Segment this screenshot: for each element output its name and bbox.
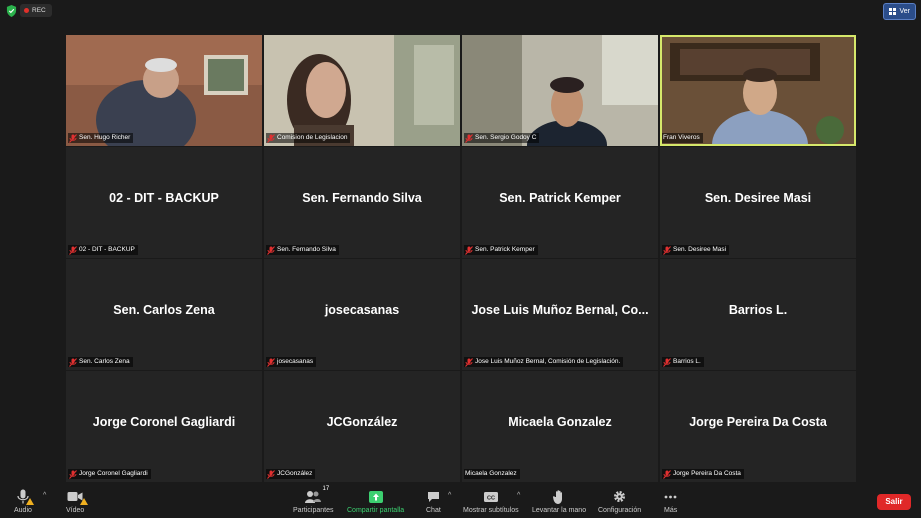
participant-name: Sen. Carlos Zena <box>113 303 215 317</box>
tile-02-dit-backup[interactable]: 02 - DIT - BACKUP 02 - DIT - BACKUP <box>66 147 262 258</box>
raise-hand-icon <box>553 489 563 504</box>
participant-video <box>264 35 460 146</box>
participant-label: Sen. Desiree Masi <box>662 245 730 255</box>
participant-label: Sen. Patrick Kemper <box>464 245 538 255</box>
chat-options-caret-icon[interactable]: ^ <box>448 492 451 499</box>
tile-barrios-l[interactable]: Barrios L. Barrios L. <box>660 259 856 370</box>
mic-muted-icon <box>69 357 77 367</box>
mic-muted-icon <box>663 357 671 367</box>
participant-label: Fran Viveros <box>662 133 703 143</box>
participant-label: Sen. Carlos Zena <box>68 357 133 367</box>
svg-text:CC: CC <box>487 495 495 501</box>
participant-name: Sen. Desiree Masi <box>704 191 812 205</box>
mic-muted-icon <box>465 245 473 255</box>
participant-video <box>660 35 856 146</box>
gear-icon <box>614 491 626 502</box>
tile-jorge-coronel-gagliardi[interactable]: Jorge Coronel Gagliardi Jorge Coronel Ga… <box>66 371 262 482</box>
participant-video <box>66 35 262 146</box>
subtitles-button[interactable]: CC Mostrar subtítulos <box>463 489 519 514</box>
participant-label: JCGonzález <box>266 469 316 479</box>
participant-name: Jorge Coronel Gagliardi <box>92 415 236 429</box>
mic-muted-icon <box>69 469 77 479</box>
settings-button[interactable]: Configuración <box>598 489 641 514</box>
tile-josecasanas[interactable]: josecasanas josecasanas <box>264 259 460 370</box>
share-screen-icon <box>368 490 383 503</box>
mic-muted-icon <box>267 357 275 367</box>
audio-options-caret-icon[interactable]: ^ <box>43 492 46 499</box>
mic-muted-icon <box>663 245 671 255</box>
participant-name: Jorge Pereira Da Costa <box>689 415 827 429</box>
grid-view-icon <box>889 8 897 15</box>
mic-muted-icon <box>69 133 77 143</box>
participants-button[interactable]: 17 Participantes <box>293 486 333 514</box>
mic-muted-icon <box>267 469 275 479</box>
participant-label: Sen. Fernando Silva <box>266 245 339 255</box>
view-button[interactable]: Ver <box>883 3 916 20</box>
warning-icon <box>80 498 89 505</box>
recording-dot-icon <box>24 8 29 13</box>
participant-name: Sen. Patrick Kemper <box>499 191 621 205</box>
tile-jcgonzalez[interactable]: JCGonzález JCGonzález <box>264 371 460 482</box>
tile-patrick-kemper[interactable]: Sen. Patrick Kemper Sen. Patrick Kemper <box>462 147 658 258</box>
subtitles-options-caret-icon[interactable]: ^ <box>517 492 520 499</box>
share-screen-button[interactable]: Compartir pantalla <box>347 489 404 514</box>
audio-button[interactable]: Audio <box>14 489 34 514</box>
warning-icon <box>25 498 34 505</box>
chat-icon <box>427 491 439 502</box>
tile-jose-luis-munoz-bernal[interactable]: Jose Luis Muñoz Bernal, Co... Jose Luis … <box>462 259 658 370</box>
participant-label: josecasanas <box>266 357 317 367</box>
mic-muted-icon <box>465 357 473 367</box>
participant-name: Micaela Gonzalez <box>508 415 612 429</box>
participant-name: Sen. Fernando Silva <box>302 191 422 205</box>
participant-name: Jose Luis Muñoz Bernal, Co... <box>471 303 649 317</box>
tile-fernando-silva[interactable]: Sen. Fernando Silva Sen. Fernando Silva <box>264 147 460 258</box>
participants-count: 17 <box>322 486 330 492</box>
tile-desiree-masi[interactable]: Sen. Desiree Masi Sen. Desiree Masi <box>660 147 856 258</box>
participant-label: Jorge Pereira Da Costa <box>662 469 744 479</box>
participant-name: Barrios L. <box>728 303 788 317</box>
gallery-grid: Sen. Hugo Richer Comision de Legislacion <box>66 35 857 483</box>
participant-label: Jorge Coronel Gagliardi <box>68 469 151 479</box>
mic-muted-icon <box>465 133 473 143</box>
meeting-toolbar: Audio ^ Vídeo 17 Participantes Compartir… <box>0 486 921 518</box>
view-label: Ver <box>899 8 910 15</box>
raise-hand-button[interactable]: Levantar la mano <box>532 489 586 514</box>
video-tile-sergio-godoy[interactable]: Sen. Sergio Godoy C <box>462 35 658 146</box>
recording-label: REC <box>32 7 46 14</box>
participant-label: 02 - DIT - BACKUP <box>68 245 138 255</box>
participant-label: Sen. Sergio Godoy C <box>464 133 540 143</box>
video-tile-hugo-richer[interactable]: Sen. Hugo Richer <box>66 35 262 146</box>
more-button[interactable]: Más <box>664 489 677 514</box>
mic-muted-icon <box>267 245 275 255</box>
more-dots-icon <box>664 495 677 498</box>
mic-muted-icon <box>267 133 275 143</box>
participant-label: Barrios L. <box>662 357 704 367</box>
participants-icon <box>305 491 322 503</box>
participant-label: Sen. Hugo Richer <box>68 133 134 143</box>
closed-captions-icon: CC <box>483 491 498 502</box>
participant-name: 02 - DIT - BACKUP <box>109 191 219 205</box>
participant-label: Jose Luis Muñoz Bernal, Comisión de Legi… <box>464 357 624 367</box>
participant-label: Micaela Gonzalez <box>464 469 520 479</box>
participant-video <box>462 35 658 146</box>
chat-button[interactable]: Chat <box>426 489 441 514</box>
video-tile-fran-viveros-active-speaker[interactable]: Fran Viveros <box>660 35 856 146</box>
tile-jorge-pereira-da-costa[interactable]: Jorge Pereira Da Costa Jorge Pereira Da … <box>660 371 856 482</box>
video-button[interactable]: Vídeo <box>66 489 89 514</box>
security-shield-icon[interactable] <box>6 5 17 17</box>
tile-micaela-gonzalez[interactable]: Micaela Gonzalez Micaela Gonzalez <box>462 371 658 482</box>
video-tile-comision-legislacion[interactable]: Comision de Legislacion <box>264 35 460 146</box>
mic-muted-icon <box>69 245 77 255</box>
recording-indicator[interactable]: REC <box>20 4 52 17</box>
participant-name: JCGonzález <box>326 415 398 429</box>
tile-carlos-zena[interactable]: Sen. Carlos Zena Sen. Carlos Zena <box>66 259 262 370</box>
participant-name: josecasanas <box>324 303 400 317</box>
mic-muted-icon <box>663 469 671 479</box>
leave-meeting-button[interactable]: Salir <box>877 494 911 510</box>
participant-label: Comision de Legislacion <box>266 133 351 143</box>
top-bar: REC Ver <box>0 0 921 22</box>
